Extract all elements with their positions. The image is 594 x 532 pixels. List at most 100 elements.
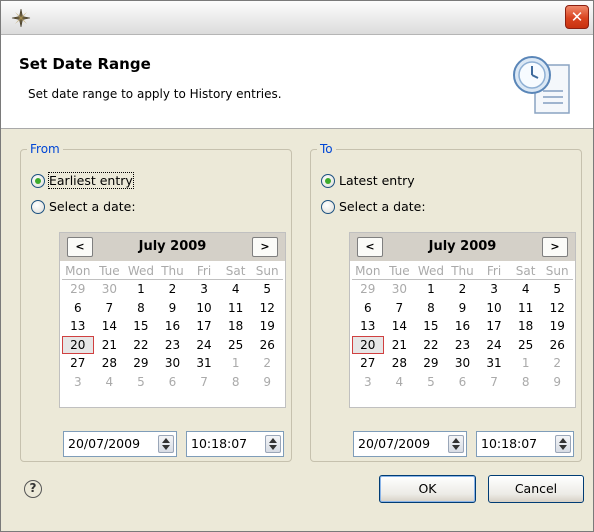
calendar-day[interactable]: 2	[157, 280, 189, 299]
calendar-day[interactable]: 1	[220, 354, 252, 373]
calendar-day[interactable]: 30	[94, 280, 126, 299]
close-button[interactable]: ✕	[565, 5, 589, 29]
calendar-day[interactable]: 5	[541, 280, 573, 299]
calendar-day[interactable]: 16	[157, 317, 189, 336]
calendar-day[interactable]: 11	[510, 299, 542, 318]
from-earliest-option[interactable]: Earliest entry	[31, 172, 134, 189]
calendar-day[interactable]: 18	[220, 317, 252, 336]
calendar-day[interactable]: 4	[220, 280, 252, 299]
calendar-day[interactable]: 14	[384, 317, 416, 336]
calendar-day-selected[interactable]: 20	[62, 335, 94, 354]
calendar-day[interactable]: 24	[478, 336, 510, 355]
calendar-day[interactable]: 3	[352, 373, 384, 392]
calendar-day[interactable]: 2	[251, 354, 283, 373]
calendar-day[interactable]: 6	[62, 299, 94, 318]
calendar-day[interactable]: 10	[478, 299, 510, 318]
calendar-day[interactable]: 7	[478, 373, 510, 392]
calendar-day[interactable]: 25	[220, 336, 252, 355]
calendar-day[interactable]: 17	[478, 317, 510, 336]
calendar-day[interactable]: 6	[157, 373, 189, 392]
calendar-day[interactable]: 13	[352, 317, 384, 336]
calendar-day[interactable]: 3	[62, 373, 94, 392]
calendar-day[interactable]: 30	[157, 354, 189, 373]
cancel-button[interactable]: Cancel	[488, 475, 584, 503]
calendar-day[interactable]: 30	[447, 354, 479, 373]
calendar-day[interactable]: 9	[541, 373, 573, 392]
calendar-day[interactable]: 5	[251, 280, 283, 299]
calendar-day[interactable]: 15	[415, 317, 447, 336]
calendar-day[interactable]: 31	[478, 354, 510, 373]
from-calendar[interactable]: < July 2009 > Mon Tue Wed Thu Fri Sat Su…	[59, 232, 286, 408]
calendar-day[interactable]: 8	[510, 373, 542, 392]
calendar-day[interactable]: 26	[541, 336, 573, 355]
calendar-day[interactable]: 28	[384, 354, 416, 373]
calendar-day[interactable]: 1	[510, 354, 542, 373]
to-time-field[interactable]: 10:18:07	[476, 431, 574, 457]
calendar-day[interactable]: 30	[384, 280, 416, 299]
calendar-day[interactable]: 8	[220, 373, 252, 392]
to-latest-option[interactable]: Latest entry	[321, 173, 415, 188]
calendar-day[interactable]: 9	[157, 299, 189, 318]
from-earliest-radio[interactable]	[31, 173, 45, 188]
help-icon[interactable]: ?	[24, 480, 42, 498]
calendar-day[interactable]: 8	[415, 299, 447, 318]
calendar-day[interactable]: 25	[510, 336, 542, 355]
calendar-day[interactable]: 2	[447, 280, 479, 299]
calendar-day-selected[interactable]: 20	[352, 335, 384, 354]
calendar-day[interactable]: 1	[415, 280, 447, 299]
calendar-day[interactable]: 3	[478, 280, 510, 299]
calendar-day[interactable]: 22	[125, 336, 157, 355]
calendar-day[interactable]: 10	[188, 299, 220, 318]
calendar-day[interactable]: 18	[510, 317, 542, 336]
calendar-day[interactable]: 28	[94, 354, 126, 373]
calendar-day[interactable]: 5	[415, 373, 447, 392]
calendar-day[interactable]: 7	[94, 299, 126, 318]
calendar-day[interactable]: 6	[447, 373, 479, 392]
from-time-spinner[interactable]	[265, 435, 281, 453]
calendar-day[interactable]: 7	[188, 373, 220, 392]
calendar-day[interactable]: 12	[541, 299, 573, 318]
calendar-day[interactable]: 3	[188, 280, 220, 299]
calendar-day[interactable]: 31	[188, 354, 220, 373]
title-bar[interactable]: ✕	[1, 1, 593, 35]
calendar-day[interactable]: 7	[384, 299, 416, 318]
from-time-field[interactable]: 10:18:07	[186, 431, 284, 457]
to-calendar[interactable]: < July 2009 > Mon Tue Wed Thu Fri Sat Su…	[349, 232, 576, 408]
calendar-day[interactable]: 26	[251, 336, 283, 355]
from-select-date-radio[interactable]	[31, 199, 45, 214]
calendar-day[interactable]: 23	[157, 336, 189, 355]
calendar-day[interactable]: 11	[220, 299, 252, 318]
calendar-day[interactable]: 23	[447, 336, 479, 355]
calendar-day[interactable]: 4	[94, 373, 126, 392]
to-time-spinner[interactable]	[555, 435, 571, 453]
calendar-day[interactable]: 5	[125, 373, 157, 392]
calendar-day[interactable]: 14	[94, 317, 126, 336]
calendar-day[interactable]: 6	[352, 299, 384, 318]
calendar-day[interactable]: 9	[251, 373, 283, 392]
from-date-field[interactable]: 20/07/2009	[63, 431, 177, 457]
calendar-day[interactable]: 1	[125, 280, 157, 299]
calendar-day[interactable]: 27	[352, 354, 384, 373]
to-date-field[interactable]: 20/07/2009	[353, 431, 467, 457]
calendar-day[interactable]: 13	[62, 317, 94, 336]
to-select-date-option[interactable]: Select a date:	[321, 199, 426, 214]
calendar-day[interactable]: 29	[415, 354, 447, 373]
calendar-day[interactable]: 9	[447, 299, 479, 318]
calendar-day[interactable]: 29	[125, 354, 157, 373]
from-next-month-button[interactable]: >	[252, 237, 278, 257]
calendar-day[interactable]: 8	[125, 299, 157, 318]
calendar-day[interactable]: 17	[188, 317, 220, 336]
calendar-day[interactable]: 21	[384, 336, 416, 355]
from-select-date-option[interactable]: Select a date:	[31, 199, 136, 214]
calendar-day[interactable]: 16	[447, 317, 479, 336]
calendar-day[interactable]: 19	[251, 317, 283, 336]
calendar-day[interactable]: 19	[541, 317, 573, 336]
to-latest-radio[interactable]	[321, 173, 335, 188]
calendar-day[interactable]: 21	[94, 336, 126, 355]
calendar-day[interactable]: 27	[62, 354, 94, 373]
calendar-day[interactable]: 4	[384, 373, 416, 392]
calendar-day[interactable]: 24	[188, 336, 220, 355]
calendar-day[interactable]: 29	[352, 280, 384, 299]
ok-button[interactable]: OK	[379, 475, 476, 503]
to-date-spinner[interactable]	[448, 435, 464, 453]
